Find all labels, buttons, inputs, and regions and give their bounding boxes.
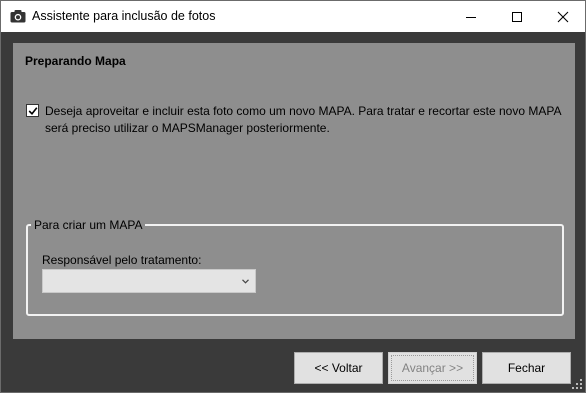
resize-grip-icon[interactable]: [572, 379, 583, 390]
minimize-icon: [466, 17, 476, 18]
section-title: Preparando Mapa: [25, 54, 126, 68]
responsible-label: Responsável pelo tratamento:: [42, 253, 202, 267]
next-button-label: Avançar >>: [391, 355, 474, 381]
checkmark-icon: [28, 107, 38, 115]
reuse-photo-checkbox[interactable]: [26, 104, 39, 117]
wizard-panel: Preparando Mapa Deseja aproveitar e incl…: [13, 43, 575, 339]
responsible-select[interactable]: [42, 269, 256, 293]
close-button[interactable]: Fechar: [482, 352, 571, 384]
minimize-button[interactable]: [448, 1, 494, 32]
window-title: Assistente para inclusão de fotos: [32, 9, 216, 23]
chevron-down-icon: [242, 279, 249, 284]
close-icon: [557, 11, 569, 23]
camera-icon: [10, 9, 26, 23]
reuse-photo-label[interactable]: Deseja aproveitar e incluir esta foto co…: [45, 103, 565, 137]
title-bar: Assistente para inclusão de fotos: [1, 1, 585, 32]
back-button[interactable]: << Voltar: [294, 352, 383, 384]
next-button[interactable]: Avançar >>: [388, 352, 477, 384]
maximize-button[interactable]: [494, 1, 540, 32]
close-window-button[interactable]: [540, 1, 586, 32]
group-legend: Para criar um MAPA: [31, 218, 146, 232]
wizard-window: Assistente para inclusão de fotos Prepar…: [0, 0, 586, 393]
maximize-icon: [512, 12, 522, 22]
